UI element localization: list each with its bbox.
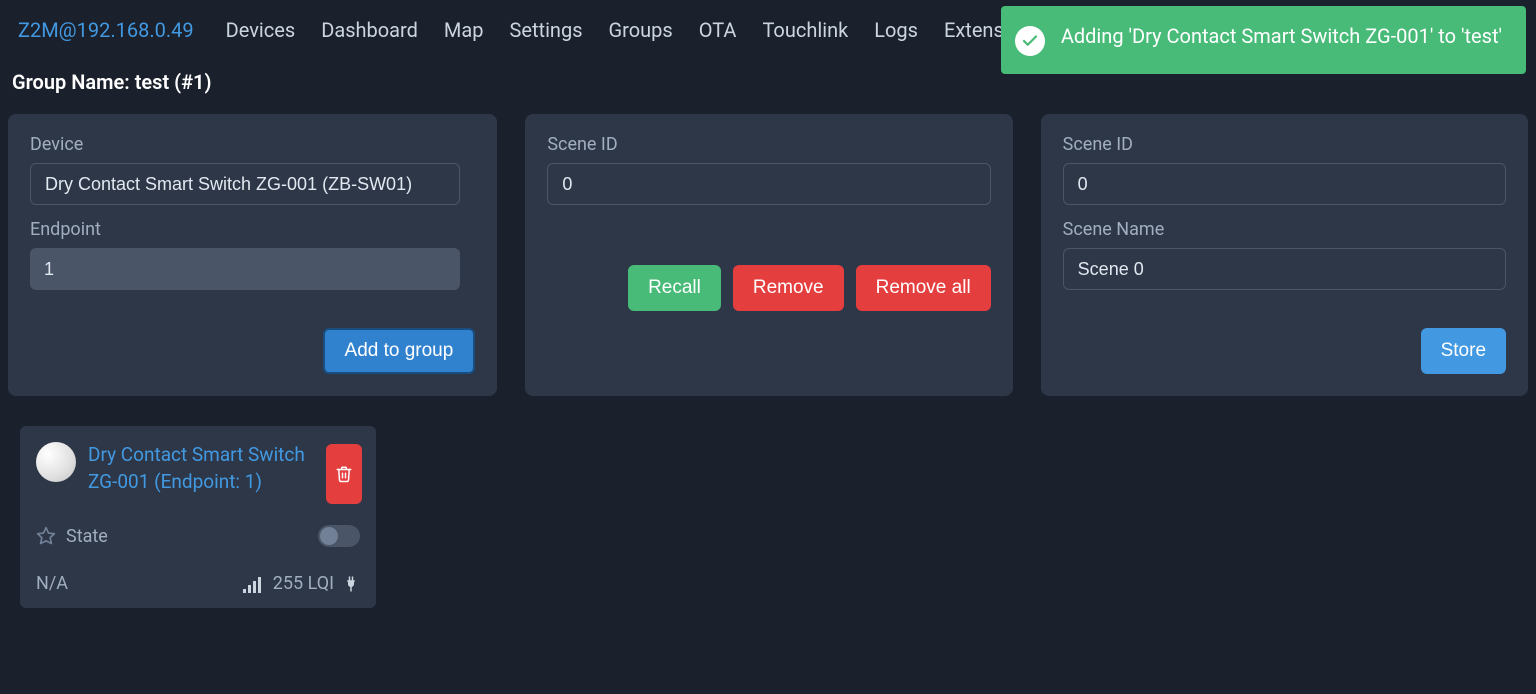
remove-button[interactable]: Remove <box>733 265 844 311</box>
plug-icon <box>342 574 360 594</box>
nav-touchlink[interactable]: Touchlink <box>762 18 848 42</box>
nav-ota[interactable]: OTA <box>699 18 737 42</box>
check-circle-icon <box>1015 26 1045 56</box>
scene-name-input[interactable] <box>1063 248 1506 290</box>
delete-device-button[interactable] <box>326 444 362 504</box>
star-icon[interactable] <box>36 526 56 546</box>
toast-message: Adding 'Dry Contact Smart Switch ZG-001'… <box>1061 24 1502 48</box>
nav-map[interactable]: Map <box>444 18 484 42</box>
panels: Device Dry Contact Smart Switch ZG-001 (… <box>8 114 1528 396</box>
scene-id-input-1[interactable] <box>547 163 990 205</box>
endpoint-input[interactable] <box>30 248 460 290</box>
add-to-group-button[interactable]: Add to group <box>323 328 476 374</box>
panel-add-device: Device Dry Contact Smart Switch ZG-001 (… <box>8 114 497 396</box>
nav-settings[interactable]: Settings <box>510 18 583 42</box>
nav-groups[interactable]: Groups <box>609 18 673 42</box>
nav-logs[interactable]: Logs <box>874 18 918 42</box>
nav-devices[interactable]: Devices <box>226 18 296 42</box>
panel-scene-recall: Scene ID Recall Remove Remove all <box>525 114 1012 396</box>
device-name-link[interactable]: Dry Contact Smart Switch ZG-001 (Endpoin… <box>88 442 318 495</box>
device-label: Device <box>30 134 475 155</box>
endpoint-label: Endpoint <box>30 219 475 240</box>
scene-name-label: Scene Name <box>1063 219 1506 240</box>
toast-success: Adding 'Dry Contact Smart Switch ZG-001'… <box>1001 6 1526 74</box>
store-button[interactable]: Store <box>1421 328 1506 374</box>
device-select[interactable]: Dry Contact Smart Switch ZG-001 (ZB-SW01… <box>30 163 460 205</box>
nav-links: Devices Dashboard Map Settings Groups OT… <box>226 18 1042 42</box>
device-card: Dry Contact Smart Switch ZG-001 (Endpoin… <box>20 426 376 608</box>
device-image <box>36 442 76 482</box>
scene-id-label-2: Scene ID <box>1063 134 1506 155</box>
brand-link[interactable]: Z2M@192.168.0.49 <box>18 18 194 42</box>
state-label: State <box>66 526 308 547</box>
recall-button[interactable]: Recall <box>628 265 721 311</box>
nav-dashboard[interactable]: Dashboard <box>321 18 418 42</box>
state-toggle[interactable] <box>318 525 360 547</box>
remove-all-button[interactable]: Remove all <box>856 265 991 311</box>
trash-icon <box>335 465 353 483</box>
panel-scene-store: Scene ID Scene Name Store <box>1041 114 1528 396</box>
signal-icon <box>243 575 265 593</box>
scene-id-input-2[interactable] <box>1063 163 1506 205</box>
main: Group Name: test (#1) Device Dry Contact… <box>0 60 1536 618</box>
lqi-value: 255 LQI <box>273 573 334 594</box>
availability-value: N/A <box>36 573 68 594</box>
scene-id-label-1: Scene ID <box>547 134 990 155</box>
